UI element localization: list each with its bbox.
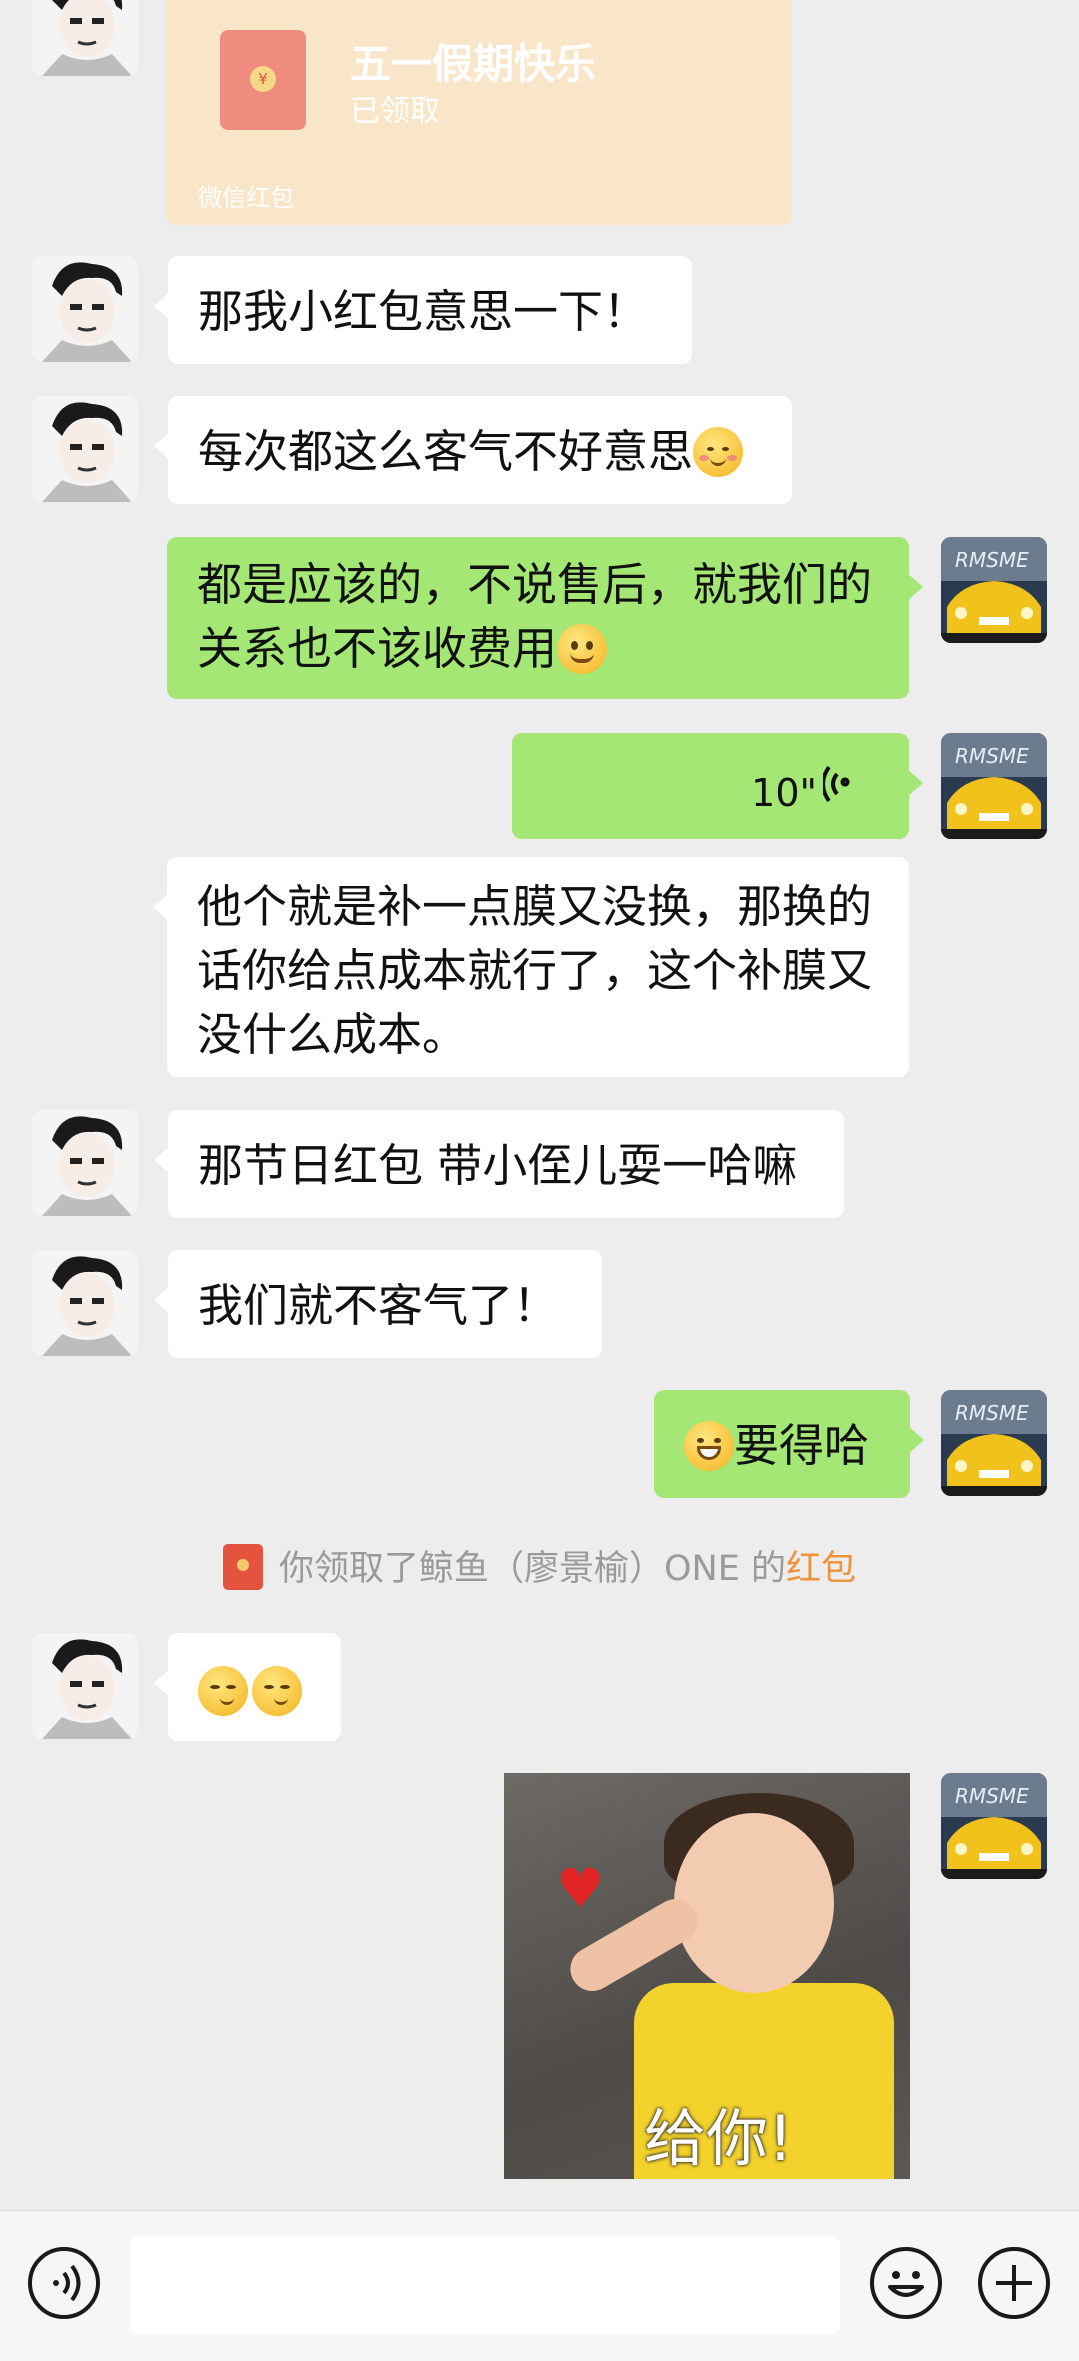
my-avatar[interactable]: RMSME xyxy=(941,733,1047,839)
message-text: 那节日红包 带小侄儿耍一哈嘛 xyxy=(198,1139,798,1192)
more-functions-button[interactable] xyxy=(978,2247,1050,2319)
my-avatar[interactable]: RMSME xyxy=(941,537,1047,643)
message-text: 那我小红包意思一下！ xyxy=(198,285,649,338)
system-notice-text: 你领取了鲸鱼（廖景榆）ONE 的 xyxy=(279,1549,786,1589)
red-packet-link[interactable]: 红包 xyxy=(786,1549,856,1589)
system-notice: 你领取了鲸鱼（廖景榆）ONE 的红包 xyxy=(0,1540,1079,1590)
red-packet-envelope-icon: ¥ xyxy=(220,30,306,130)
contact-avatar[interactable] xyxy=(32,1110,138,1216)
message-bubble-incoming[interactable]: 那我小红包意思一下！ xyxy=(154,256,692,364)
message-bubble-incoming[interactable] xyxy=(154,1633,341,1741)
input-bar xyxy=(0,2210,1079,2361)
red-packet-card[interactable]: ¥ 五一假期快乐 已领取 微信红包 xyxy=(166,0,792,225)
smirk-emoji-icon xyxy=(198,1666,248,1716)
contact-avatar[interactable] xyxy=(32,256,138,362)
message-text: 我们就不客气了！ xyxy=(198,1279,559,1332)
svg-text:RMSME: RMSME xyxy=(955,548,1029,572)
svg-text:RMSME: RMSME xyxy=(955,1784,1029,1808)
message-text: 每次都这么客气不好意思 xyxy=(198,425,694,478)
grin-emoji-icon xyxy=(684,1421,734,1471)
red-packet-seal: ¥ xyxy=(250,66,276,92)
message-bubble-incoming[interactable]: 他个就是补一点膜又没换，那换的 话你给点成本就行了，这个补膜又 没什么成本。 xyxy=(153,857,909,1077)
voice-icon xyxy=(53,2264,81,2302)
contact-avatar[interactable] xyxy=(32,0,138,76)
message-bubble-outgoing[interactable]: 都是应该的，不说售后，就我们的 关系也不该收费用 xyxy=(167,537,923,699)
sticker-caption: 给你! xyxy=(644,2102,793,2175)
blush-emoji-icon xyxy=(693,427,744,477)
message-text-line: 他个就是补一点膜又没换，那换的 xyxy=(197,880,873,933)
red-packet-title: 五一假期快乐 xyxy=(350,40,596,88)
message-text-line: 没什么成本。 xyxy=(197,1008,468,1061)
voice-input-toggle-button[interactable] xyxy=(28,2247,100,2319)
emoji-button[interactable] xyxy=(870,2247,942,2319)
chat-area[interactable]: ¥ 五一假期快乐 已领取 微信红包 那我小红包意思一下！ 每次都这么客气不好意思… xyxy=(0,0,1079,2210)
message-bubble-incoming[interactable]: 每次都这么客气不好意思 xyxy=(154,396,792,504)
voice-message-bubble[interactable]: 10" xyxy=(512,733,923,839)
red-packet-status: 已领取 xyxy=(350,94,440,129)
voice-wave-icon xyxy=(823,765,850,803)
message-input[interactable] xyxy=(130,2235,840,2335)
contact-avatar[interactable] xyxy=(32,1633,138,1739)
message-text: 要得哈 xyxy=(734,1419,870,1472)
sticker-image[interactable]: ♥ 给你! xyxy=(504,1773,910,2179)
smiley-icon xyxy=(888,2271,924,2297)
red-packet-footer: 微信红包 xyxy=(198,184,294,212)
message-text-line: 都是应该的，不说售后，就我们的 xyxy=(197,558,873,611)
smirk-emoji-icon xyxy=(252,1666,302,1716)
red-packet-icon xyxy=(223,1544,263,1590)
message-bubble-outgoing[interactable]: 要得哈 xyxy=(654,1390,924,1498)
contact-avatar[interactable] xyxy=(32,1250,138,1356)
svg-text:RMSME: RMSME xyxy=(955,1401,1029,1425)
smile-emoji-icon xyxy=(557,624,608,674)
plus-icon xyxy=(996,2265,1032,2301)
my-avatar[interactable]: RMSME xyxy=(941,1773,1047,1879)
my-avatar[interactable]: RMSME xyxy=(941,1390,1047,1496)
contact-avatar[interactable] xyxy=(32,396,138,502)
message-bubble-incoming[interactable]: 我们就不客气了！ xyxy=(154,1250,602,1358)
message-text-line: 关系也不该收费用 xyxy=(197,622,558,675)
sticker-face xyxy=(674,1813,834,1993)
voice-duration: 10" xyxy=(751,771,817,815)
heart-icon: ♥ xyxy=(556,1857,605,1920)
message-bubble-incoming[interactable]: 那节日红包 带小侄儿耍一哈嘛 xyxy=(154,1110,844,1218)
svg-text:RMSME: RMSME xyxy=(955,744,1029,768)
message-text-line: 话你给点成本就行了，这个补膜又 xyxy=(197,944,873,997)
